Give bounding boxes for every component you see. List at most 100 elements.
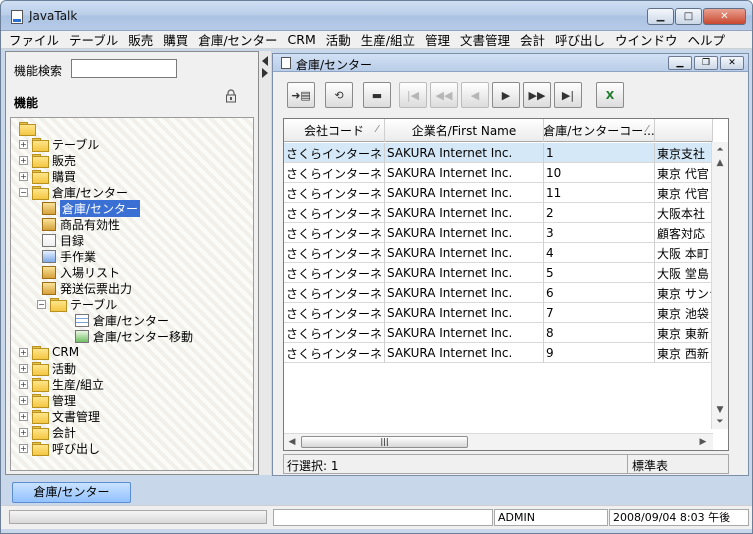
tree-item-activity[interactable]: + 活動 [19,360,76,376]
tree-item-purchase[interactable]: + 購買 [19,168,76,184]
menu-help[interactable]: ヘルプ [688,30,726,49]
first-record-button[interactable]: |◀ [399,82,427,108]
horizontal-scroll-thumb[interactable]: ||| [301,436,468,448]
menu-window[interactable]: ウインドウ [615,30,678,49]
menu-file[interactable]: ファイル [9,30,59,49]
next-record-button[interactable]: ▶ [492,82,520,108]
folder-icon [32,410,49,424]
table-row[interactable]: さくらインターネットSAKURA Internet Inc.1東京支社 [284,143,713,163]
table-row[interactable]: さくらインターネットSAKURA Internet Inc.7東京 池袋 [284,303,713,323]
expand-icon[interactable]: + [19,139,28,149]
collapse-left-icon[interactable] [262,56,268,66]
table-row[interactable]: さくらインターネットSAKURA Internet Inc.6東京 サンシ [284,283,713,303]
expand-right-icon[interactable] [262,68,268,78]
collapse-icon[interactable]: − [37,299,46,309]
horizontal-scrollbar[interactable]: ◀ ||| ▶ [284,433,713,450]
tree-item-warehouse-selected[interactable]: 倉庫/センター [42,199,141,217]
scroll-down-icon[interactable]: ▼ [714,404,726,416]
menu-activity[interactable]: 活動 [326,30,351,49]
panel-splitter[interactable] [259,51,271,475]
tree-item-warehouse[interactable]: − 倉庫/センター [19,184,128,200]
tree-item-docs[interactable]: + 文書管理 [19,408,100,424]
tree-item-table[interactable]: + テーブル [19,136,99,152]
box-icon [42,201,56,215]
vertical-scrollbar[interactable]: ⏶ ▲ ▼ ⏷ [711,142,728,429]
menu-purchase[interactable]: 購買 [163,30,188,49]
scroll-top-icon[interactable]: ⏶ [714,144,726,156]
menu-production[interactable]: 生産/組立 [361,30,415,49]
tree-item-admin[interactable]: + 管理 [19,392,76,408]
expand-icon[interactable]: + [19,411,28,421]
folder-icon [32,426,49,440]
tree-root[interactable] [19,120,39,136]
view-mode-label[interactable]: 標準表 [632,457,668,474]
tree-item-accounting[interactable]: + 会計 [19,424,76,440]
tree-item-crm[interactable]: + CRM [19,344,79,360]
table-row[interactable]: さくらインターネットSAKURA Internet Inc.3顧客対応 [284,223,713,243]
maximize-button[interactable]: □ [675,8,702,25]
expand-icon[interactable]: + [19,443,28,453]
table-row[interactable]: さくらインターネットSAKURA Internet Inc.4大阪 本町 [284,243,713,263]
delete-button[interactable]: ▬ [363,82,391,108]
tree-item-manual[interactable]: 手作業 [42,248,96,264]
table-row[interactable]: さくらインターネットSAKURA Internet Inc.2大阪本社 [284,203,713,223]
menu-admin[interactable]: 管理 [425,30,450,49]
expand-icon[interactable]: + [19,427,28,437]
expand-icon[interactable]: + [19,171,28,181]
previous-record-button[interactable]: ◀ [461,82,489,108]
tree-item-sales[interactable]: + 販売 [19,152,76,168]
tree-item-shipping-slip[interactable]: 発送伝票出力 [42,280,132,296]
excel-export-button[interactable]: X [596,82,624,108]
table-row[interactable]: さくらインターネットSAKURA Internet Inc.11東京 代官 [284,183,713,203]
table-row[interactable]: さくらインターネットSAKURA Internet Inc.5大阪 堂島 [284,263,713,283]
column-header-company-name[interactable]: 企業名/First Name [385,119,544,142]
scroll-right-icon[interactable]: ▶ [697,436,709,448]
internal-close-button[interactable]: ✕ [720,56,744,70]
menu-warehouse[interactable]: 倉庫/センター [198,30,277,49]
close-button[interactable]: ✕ [703,8,746,25]
column-header-warehouse-code[interactable]: 倉庫/センターコー... ⁄ [544,119,655,142]
menu-call[interactable]: 呼び出し [555,30,605,49]
internal-restore-button[interactable]: ❐ [694,56,718,70]
column-header-company-code[interactable]: 会社コード ⁄ [284,119,385,142]
tree-item-production[interactable]: + 生産/組立 [19,376,104,392]
menu-docs[interactable]: 文書管理 [460,30,510,49]
tree-item-call[interactable]: + 呼び出し [19,440,100,456]
window-tab-warehouse[interactable]: 倉庫/センター [12,482,131,503]
tree-item-product-validity[interactable]: 商品有効性 [42,216,120,232]
internal-title-bar: 倉庫/センター ▁ ❐ ✕ [273,54,748,72]
tree-item-warehouse-move[interactable]: 倉庫/センター移動 [75,328,193,344]
tree-item-sub-warehouse[interactable]: 倉庫/センター [75,312,169,328]
next-page-button[interactable]: ▶▶ [523,82,551,108]
expand-icon[interactable]: + [19,155,28,165]
scroll-bottom-icon[interactable]: ⏷ [714,416,726,428]
menu-accounting[interactable]: 会計 [520,30,545,49]
search-input[interactable] [71,59,177,78]
expand-icon[interactable]: + [19,395,28,405]
menu-sales[interactable]: 販売 [128,30,153,49]
refresh-button[interactable]: ⟲ [325,82,353,108]
tree-item-entry-list[interactable]: 入場リスト [42,264,120,280]
table-row[interactable]: さくらインターネットSAKURA Internet Inc.10東京 代官 [284,163,713,183]
menu-crm[interactable]: CRM [288,32,316,47]
tree-item-sub-table[interactable]: − テーブル [37,296,117,312]
lock-icon[interactable] [225,89,237,103]
minimize-button[interactable]: ▁ [647,8,674,25]
box-icon [42,281,56,295]
last-record-button[interactable]: ▶| [554,82,582,108]
tree-item-inventory[interactable]: 目録 [42,232,84,248]
internal-minimize-button[interactable]: ▁ [668,56,692,70]
folder-icon [32,378,49,392]
menu-table[interactable]: テーブル [69,30,118,49]
collapse-icon[interactable]: − [19,187,28,197]
column-header-name[interactable] [655,119,713,142]
scroll-up-icon[interactable]: ▲ [714,157,726,169]
scroll-left-icon[interactable]: ◀ [286,436,298,448]
previous-page-button[interactable]: ◀◀ [430,82,458,108]
table-row[interactable]: さくらインターネットSAKURA Internet Inc.9東京 西新 [284,343,713,363]
select-record-button[interactable]: ➜▤ [287,82,315,108]
expand-icon[interactable]: + [19,379,28,389]
expand-icon[interactable]: + [19,347,28,357]
expand-icon[interactable]: + [19,363,28,373]
table-row[interactable]: さくらインターネットSAKURA Internet Inc.8東京 東新 [284,323,713,343]
